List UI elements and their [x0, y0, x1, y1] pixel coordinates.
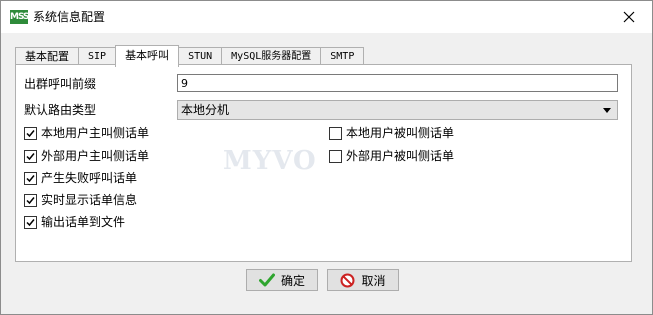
checkbox-box[interactable]	[329, 126, 342, 140]
checkbox-realtime-cdr[interactable]: 实时显示话单信息	[24, 192, 137, 208]
checkbox-label: 本地用户主叫侧话单	[41, 126, 150, 140]
close-icon	[623, 11, 635, 23]
title-bar: MSS 系统信息配置	[1, 1, 652, 33]
route-type-label: 默认路由类型	[24, 103, 97, 117]
watermark: MYVO	[223, 146, 317, 176]
cancel-button-label: 取消	[361, 273, 386, 288]
ok-button[interactable]: 确定	[246, 269, 318, 291]
checkmark-icon	[258, 273, 275, 287]
checkbox-box[interactable]	[24, 171, 37, 185]
checkbox-external-caller-cdr[interactable]: 外部用户主叫侧话单	[24, 148, 149, 164]
checkbox-label: 外部用户被叫侧话单	[346, 149, 455, 163]
checkbox-failed-call-cdr[interactable]: 产生失败呼叫话单	[24, 170, 137, 186]
checkbox-label: 外部用户主叫侧话单	[41, 149, 150, 163]
checkbox-local-caller-cdr[interactable]: 本地用户主叫侧话单	[24, 125, 149, 141]
route-type-select[interactable]: 本地分机	[177, 100, 618, 120]
checkbox-external-callee-cdr[interactable]: 外部用户被叫侧话单	[329, 148, 454, 164]
checkbox-box[interactable]	[24, 126, 37, 140]
check-icon	[26, 218, 35, 226]
tab-strip: 基本配置 SIP 基本呼叫 STUN MySQL服务器配置 SMTP	[15, 45, 365, 67]
app-logo-icon: MSS	[10, 10, 30, 24]
checkbox-box[interactable]	[24, 193, 37, 207]
route-type-value: 本地分机	[181, 103, 230, 117]
checkbox-box[interactable]	[24, 215, 37, 229]
checkbox-label: 实时显示话单信息	[41, 193, 138, 207]
check-icon	[26, 152, 35, 160]
checkbox-box[interactable]	[329, 149, 342, 163]
check-icon	[26, 196, 35, 204]
checkbox-label: 产生失败呼叫话单	[41, 171, 138, 185]
prohibited-icon	[340, 273, 355, 288]
prefix-label: 出群呼叫前缀	[24, 77, 97, 91]
checkbox-label: 输出话单到文件	[41, 215, 126, 229]
check-icon	[26, 174, 35, 182]
checkbox-output-cdr-file[interactable]: 输出话单到文件	[24, 214, 125, 230]
dialog-window: MSS 系统信息配置 基本配置 SIP 基本呼叫 STUN MySQL服务器配置…	[0, 0, 653, 315]
checkbox-box[interactable]	[24, 149, 37, 163]
check-icon	[26, 129, 35, 137]
checkbox-local-callee-cdr[interactable]: 本地用户被叫侧话单	[329, 125, 454, 141]
checkbox-label: 本地用户被叫侧话单	[346, 126, 455, 140]
basic-call-panel: MYVO 出群呼叫前缀 9 默认路由类型 本地分机 本地用户主叫侧话单 外部用户…	[15, 64, 632, 262]
ok-button-label: 确定	[280, 273, 305, 288]
prefix-input[interactable]: 9	[177, 74, 618, 92]
cancel-button[interactable]: 取消	[327, 269, 399, 291]
tab-basic-call[interactable]: 基本呼叫	[115, 45, 180, 67]
close-button[interactable]	[614, 5, 644, 29]
window-title: 系统信息配置	[33, 10, 106, 24]
chevron-down-icon	[603, 108, 611, 113]
